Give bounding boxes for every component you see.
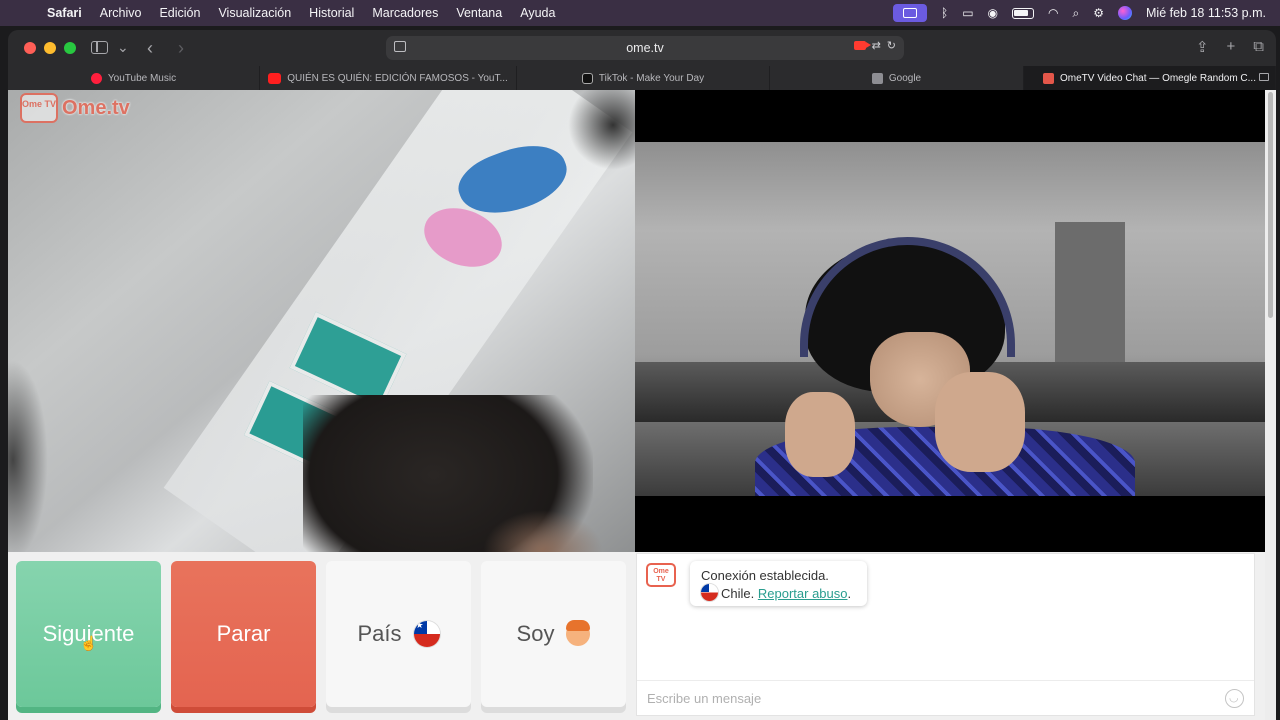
menu-archivo[interactable]: Archivo: [100, 6, 142, 20]
reload-icon[interactable]: ↻: [887, 39, 896, 52]
bed-icon[interactable]: ▭: [962, 6, 973, 20]
menu-app-safari[interactable]: Safari: [47, 6, 82, 20]
partner-country: Chile.: [721, 586, 755, 601]
message-input-row: [637, 680, 1254, 715]
google-icon: [871, 72, 883, 84]
emoji-smiley-icon[interactable]: [1225, 689, 1244, 708]
tab-ometv[interactable]: OmeTV Video Chat — Omegle Random C...: [1024, 66, 1276, 90]
report-suffix: .: [847, 586, 852, 601]
tab-camera-icon: [1259, 73, 1269, 81]
page-scrollbar[interactable]: [1265, 90, 1276, 720]
ometv-favicon-icon: [1042, 72, 1054, 84]
country-filter-button[interactable]: País: [326, 561, 471, 707]
chat-panel: Ome TV Conexión establecida. Chile. Repo…: [636, 553, 1255, 716]
chevron-down-icon[interactable]: ⌄: [117, 39, 129, 56]
zoom-window-button[interactable]: [64, 42, 76, 54]
back-arrow-icon[interactable]: ‹: [147, 38, 153, 59]
tab-tiktok[interactable]: TikTok - Make Your Day: [517, 66, 770, 90]
tab-label: QUIÉN ES QUIÉN: EDICIÓN FAMOSOS - YouT..…: [287, 72, 508, 84]
ometv-logo: Ome TV Ome.tv: [20, 93, 130, 123]
menu-marcadores[interactable]: Marcadores: [372, 6, 438, 20]
address-bar[interactable]: ome.tv ⇄ ↻: [386, 36, 904, 60]
browser-toolbar: ⌄ ‹ › ome.tv ⇄ ↻ ⇪ + ⧉: [8, 30, 1276, 66]
menu-clock[interactable]: Mié feb 18 11:53 p.m.: [1146, 6, 1266, 20]
new-tab-plus-icon[interactable]: +: [1227, 38, 1236, 56]
play-icon[interactable]: ◉: [988, 6, 998, 20]
battery-icon[interactable]: [1012, 7, 1035, 19]
control-center-icon[interactable]: ⚙: [1093, 6, 1104, 20]
tab-bar: YouTube Music QUIÉN ES QUIÉN: EDICIÓN FA…: [8, 66, 1276, 90]
menu-bar: Safari Archivo Edición Visualización His…: [0, 0, 1280, 26]
menu-edicion[interactable]: Edición: [159, 6, 200, 20]
sidebar-toggle-icon[interactable]: [91, 41, 108, 54]
logo-badge: Ome TV: [20, 93, 58, 123]
address-url[interactable]: ome.tv: [626, 41, 664, 55]
system-message-bubble: Conexión establecida. Chile. Reportar ab…: [690, 561, 867, 606]
address-bar-icons: ⇄ ↻: [853, 39, 896, 52]
siri-icon[interactable]: [1118, 6, 1133, 20]
camera-in-use-icon[interactable]: [853, 41, 871, 50]
scrollbar-thumb[interactable]: [1268, 92, 1273, 318]
menu-historial[interactable]: Historial: [309, 6, 354, 20]
spotlight-search-icon[interactable]: ⌕: [1073, 6, 1080, 21]
message-input[interactable]: [647, 690, 1207, 706]
video-scene-person: [483, 510, 603, 552]
menu-visualizacion[interactable]: Visualización: [218, 6, 291, 20]
stop-button[interactable]: Parar: [171, 561, 316, 707]
minimize-window-button[interactable]: [44, 42, 56, 54]
video-scene-shadow: [568, 90, 635, 170]
page-menu-icon[interactable]: [394, 41, 406, 52]
bluetooth-icon[interactable]: ᛒ: [941, 6, 948, 20]
status-icons: ᛒ ▭ ◉ ◠ ⌕ ⚙ Mié feb 18 11:53 p.m.: [893, 0, 1266, 26]
youtube-music-icon: [90, 72, 102, 84]
wifi-icon[interactable]: ◠: [1048, 6, 1058, 20]
tab-label: OmeTV Video Chat — Omegle Random C...: [1059, 72, 1256, 84]
tab-label: TikTok - Make Your Day: [598, 72, 705, 84]
window-controls: [24, 42, 76, 54]
country-button-label: País: [357, 621, 402, 646]
pointer-cursor-icon: ☝: [80, 635, 98, 651]
tab-youtube-music[interactable]: YouTube Music: [8, 66, 260, 90]
ometv-page: Ome TV Ome.tv Siguiente Parar País ★ Soy…: [8, 90, 1276, 720]
tab-overview-icon[interactable]: ⧉: [1253, 38, 1264, 56]
next-button[interactable]: Siguiente: [16, 561, 161, 707]
gender-button-label: Soy: [516, 621, 555, 646]
tab-label: Google: [888, 72, 922, 84]
close-window-button[interactable]: [24, 42, 36, 54]
chile-flag-icon: [413, 621, 440, 647]
screen-sharing-icon[interactable]: [893, 4, 927, 22]
chile-flag-icon: [701, 584, 718, 601]
ometv-chat-avatar-icon: Ome TV: [646, 563, 676, 587]
connection-status: Conexión establecida.: [701, 568, 829, 583]
forward-arrow-icon[interactable]: ›: [178, 38, 184, 59]
logo-text: Ome.tv: [62, 96, 130, 119]
tab-google[interactable]: Google: [770, 66, 1024, 90]
youtube-icon: [268, 72, 282, 84]
gender-select-button[interactable]: Soy: [481, 561, 626, 707]
menu-ayuda[interactable]: Ayuda: [520, 6, 555, 20]
boy-emoji-icon: [566, 620, 591, 646]
stranger-video: Ome TV Ome.tv: [8, 90, 635, 552]
self-video: [635, 90, 1265, 552]
menu-ventana[interactable]: Ventana: [456, 6, 502, 20]
partner-country-line: Chile. Reportar abuso.: [701, 584, 856, 602]
stop-button-label: Parar: [216, 621, 271, 646]
video-scene-shadow: [8, 360, 48, 552]
video-scene-hand: [785, 392, 855, 477]
video-scene-room: [635, 142, 1265, 496]
tab-label: YouTube Music: [107, 72, 177, 84]
report-abuse-link[interactable]: Reportar abuso: [758, 586, 848, 601]
share-icon[interactable]: ⇪: [1196, 38, 1209, 56]
tiktok-icon: [581, 72, 593, 84]
tab-youtube-quien-es-quien[interactable]: QUIÉN ES QUIÉN: EDICIÓN FAMOSOS - YouT..…: [260, 66, 517, 90]
safari-window: ⌄ ‹ › ome.tv ⇄ ↻ ⇪ + ⧉ YouTube Music QUI…: [8, 30, 1276, 720]
toolbar-right-buttons: ⇪ + ⧉: [1196, 38, 1264, 56]
translate-icon[interactable]: ⇄: [872, 39, 881, 52]
video-scene-hand: [935, 372, 1025, 472]
